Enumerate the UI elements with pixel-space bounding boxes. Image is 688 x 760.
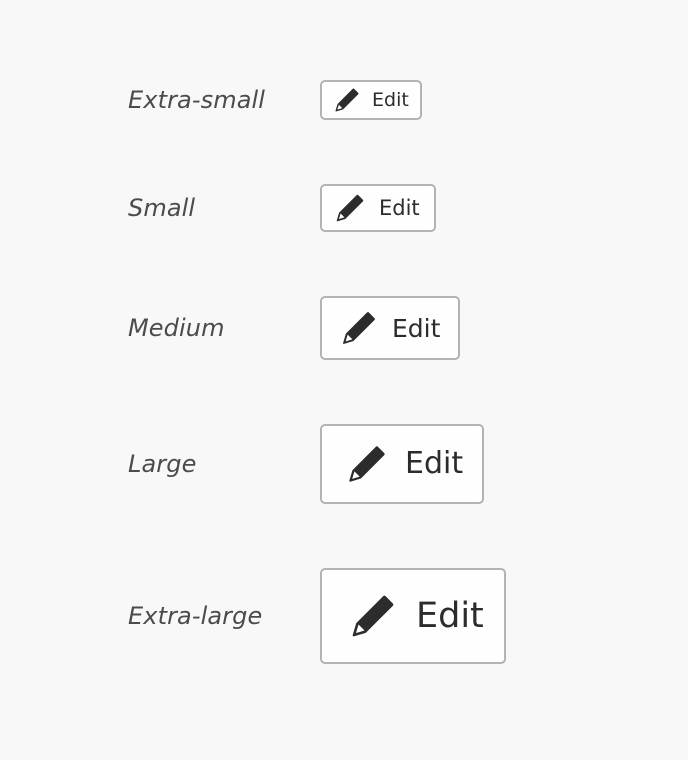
pencil-icon [335, 193, 365, 223]
edit-button[interactable]: Edit [320, 296, 460, 360]
size-label: Extra-small [128, 86, 266, 114]
edit-button[interactable]: Edit [320, 424, 484, 504]
pencil-icon [350, 593, 396, 639]
edit-button[interactable]: Edit [320, 568, 506, 664]
size-label: Extra-large [128, 602, 263, 630]
edit-button-label: Edit [372, 88, 409, 111]
edit-button[interactable]: Edit [320, 80, 422, 120]
size-label: Large [128, 450, 197, 478]
edit-button-label: Edit [416, 595, 484, 636]
pencil-icon [347, 444, 387, 484]
size-label: Medium [128, 314, 225, 342]
size-label: Small [128, 194, 196, 222]
edit-button[interactable]: Edit [320, 184, 436, 232]
pencil-icon [334, 87, 360, 113]
edit-button-label: Edit [405, 446, 464, 481]
pencil-icon [341, 310, 377, 346]
edit-button-label: Edit [392, 313, 441, 343]
edit-button-label: Edit [379, 195, 420, 220]
